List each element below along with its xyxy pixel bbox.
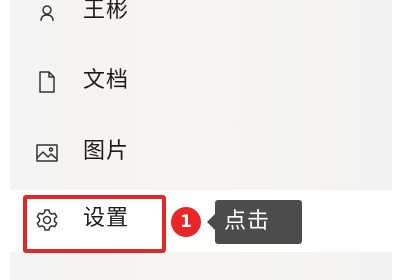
menu-item-documents[interactable]: 文档 xyxy=(10,52,392,112)
step-number-badge: 1 xyxy=(171,207,201,237)
menu-item-label: 图片 xyxy=(83,139,130,164)
menu-item-user[interactable]: 王彬 xyxy=(10,0,392,42)
tooltip-text: 点击 xyxy=(224,209,271,234)
settings-highlight-box xyxy=(23,195,166,253)
menu-item-pictures[interactable]: 图片 xyxy=(10,123,392,183)
pictures-icon xyxy=(35,141,59,165)
panel-left-edge xyxy=(0,0,10,280)
menu-item-label: 王彬 xyxy=(83,0,130,23)
panel-right-edge xyxy=(392,0,420,280)
menu-item-label: 文档 xyxy=(83,68,130,93)
document-icon xyxy=(35,70,59,94)
click-tooltip: 点击 xyxy=(207,200,302,244)
user-icon xyxy=(35,0,59,24)
menu-item-settings[interactable]: 设置 xyxy=(10,190,392,253)
